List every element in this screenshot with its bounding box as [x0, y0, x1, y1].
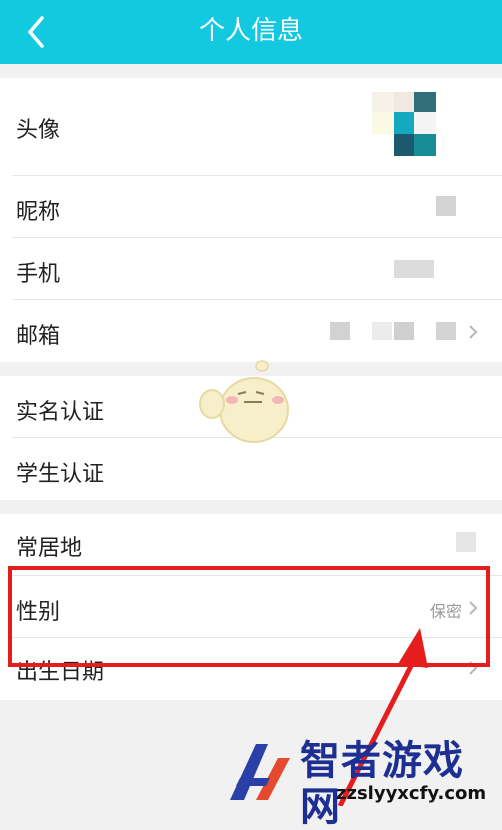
page-title: 个人信息	[198, 16, 303, 46]
row-nickname[interactable]: 昵称	[0, 176, 502, 238]
phone-value	[394, 260, 434, 278]
watermark: 智者游戏网 zzslyyxcfy.com	[226, 736, 502, 830]
row-phone[interactable]: 手机	[0, 238, 502, 300]
brand-logo-icon	[230, 744, 290, 800]
chevron-right-icon	[469, 325, 478, 339]
row-email[interactable]: 邮箱	[0, 300, 502, 362]
residence-value	[456, 532, 476, 552]
profile-group: 头像 昵称 手机 邮箱	[0, 78, 502, 362]
top-bar: 个人信息	[0, 0, 502, 64]
nickname-value	[436, 196, 456, 216]
row-label: 昵称	[16, 200, 61, 225]
row-student[interactable]: 学生认证	[0, 438, 502, 500]
row-label: 头像	[16, 118, 61, 143]
mascot-illustration	[199, 360, 289, 443]
row-label: 学生认证	[16, 462, 105, 487]
row-label: 手机	[16, 262, 61, 287]
watermark-url: zzslyyxcfy.com	[336, 783, 487, 804]
row-label: 常居地	[16, 536, 83, 561]
row-label: 邮箱	[16, 324, 61, 349]
highlight-box	[8, 566, 490, 667]
row-label: 实名认证	[16, 400, 105, 425]
row-avatar[interactable]: 头像	[0, 78, 502, 176]
